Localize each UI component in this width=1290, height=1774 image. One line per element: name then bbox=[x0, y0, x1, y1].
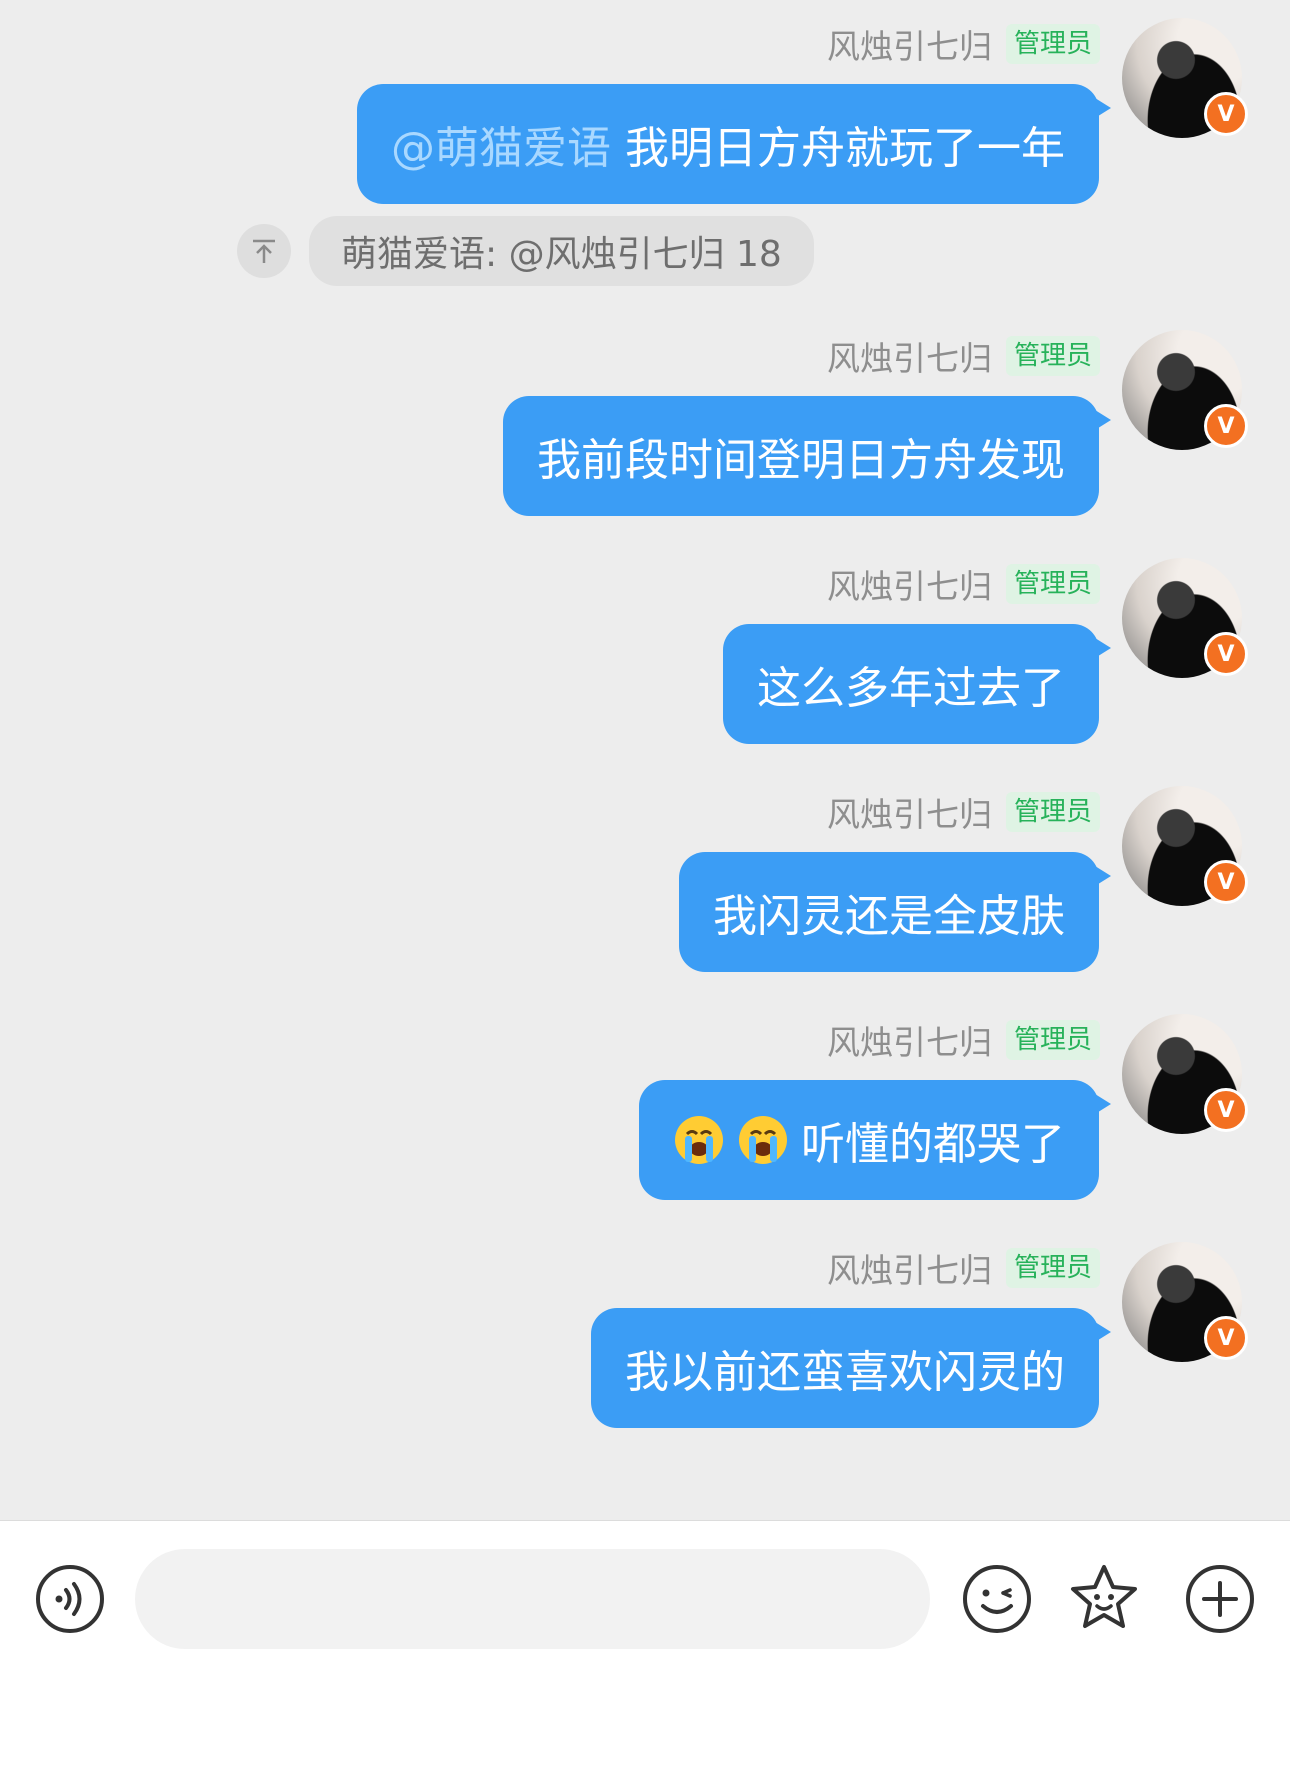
quoted-reply[interactable]: 萌猫爱语: @风烛引七归 18 bbox=[309, 216, 814, 286]
admin-role-badge: 管理员 bbox=[1005, 336, 1100, 376]
avatar[interactable]: V bbox=[1122, 330, 1248, 450]
message-bubble[interactable]: @萌猫爱语 我明日方舟就玩了一年 bbox=[357, 84, 1111, 204]
sender-meta: 风烛引七归 管理员 bbox=[827, 1018, 1100, 1062]
message-bubble[interactable]: 我闪灵还是全皮肤 bbox=[679, 852, 1111, 972]
avatar[interactable]: V bbox=[1122, 1014, 1248, 1134]
sender-meta: 风烛引七归 管理员 bbox=[827, 1246, 1100, 1290]
admin-role-badge: 管理员 bbox=[1005, 792, 1100, 832]
verified-badge-icon: V bbox=[1204, 92, 1248, 136]
message-text: 我闪灵还是全皮肤 bbox=[713, 891, 1065, 942]
sender-name[interactable]: 风烛引七归 bbox=[827, 1244, 992, 1292]
sender-meta: 风烛引七归 管理员 bbox=[827, 790, 1100, 834]
voice-icon[interactable] bbox=[30, 1559, 110, 1639]
mention-link[interactable]: @萌猫爱语 bbox=[391, 112, 611, 176]
avatar[interactable]: V bbox=[1122, 786, 1248, 906]
verified-badge-icon: V bbox=[1204, 860, 1248, 904]
verified-badge-icon: V bbox=[1204, 632, 1248, 676]
sticker-star-icon[interactable] bbox=[1064, 1559, 1144, 1639]
sender-name[interactable]: 风烛引七归 bbox=[827, 560, 992, 608]
sender-name[interactable]: 风烛引七归 bbox=[827, 1016, 992, 1064]
sender-name[interactable]: 风烛引七归 bbox=[827, 332, 992, 380]
plus-icon[interactable] bbox=[1180, 1559, 1260, 1639]
admin-role-badge: 管理员 bbox=[1005, 1248, 1100, 1288]
quoted-reply-row: 萌猫爱语: @风烛引七归 18 bbox=[237, 216, 814, 286]
verified-badge-icon: V bbox=[1204, 1088, 1248, 1132]
emoji-icon[interactable] bbox=[957, 1559, 1037, 1639]
message-bubble[interactable]: 我以前还蛮喜欢闪灵的 bbox=[591, 1308, 1111, 1428]
sender-meta: 风烛引七归 管理员 bbox=[827, 562, 1100, 606]
verified-badge-icon: V bbox=[1204, 1316, 1248, 1360]
message-text: 我前段时间登明日方舟发现 bbox=[537, 435, 1065, 486]
avatar[interactable]: V bbox=[1122, 1242, 1248, 1362]
chat-area: 风烛引七归 管理员 V @萌猫爱语 我明日方舟就玩了一年 萌猫爱语: @风烛引七… bbox=[0, 0, 1290, 1520]
verified-badge-icon: V bbox=[1204, 404, 1248, 448]
admin-role-badge: 管理员 bbox=[1005, 564, 1100, 604]
admin-role-badge: 管理员 bbox=[1005, 24, 1100, 64]
sender-name[interactable]: 风烛引七归 bbox=[827, 20, 992, 68]
message-bubble[interactable]: 这么多年过去了 bbox=[723, 624, 1111, 744]
input-bar bbox=[0, 1520, 1290, 1774]
message-text: 我明日方舟就玩了一年 bbox=[625, 123, 1065, 174]
message-text: 听懂的都哭了 bbox=[801, 1119, 1065, 1170]
sender-meta: 风烛引七归 管理员 bbox=[827, 22, 1100, 66]
sender-name[interactable]: 风烛引七归 bbox=[827, 788, 992, 836]
arrow-up-to-top-icon[interactable] bbox=[237, 224, 291, 278]
avatar[interactable]: V bbox=[1122, 18, 1248, 138]
message-input[interactable] bbox=[135, 1549, 930, 1649]
avatar[interactable]: V bbox=[1122, 558, 1248, 678]
loudly-crying-face-icon bbox=[739, 1116, 787, 1164]
message-bubble[interactable]: 听懂的都哭了 bbox=[639, 1080, 1111, 1200]
message-text: 这么多年过去了 bbox=[757, 663, 1065, 714]
loudly-crying-face-icon bbox=[675, 1116, 723, 1164]
sender-meta: 风烛引七归 管理员 bbox=[827, 334, 1100, 378]
message-bubble[interactable]: 我前段时间登明日方舟发现 bbox=[503, 396, 1111, 516]
message-text: 我以前还蛮喜欢闪灵的 bbox=[625, 1347, 1065, 1398]
admin-role-badge: 管理员 bbox=[1005, 1020, 1100, 1060]
